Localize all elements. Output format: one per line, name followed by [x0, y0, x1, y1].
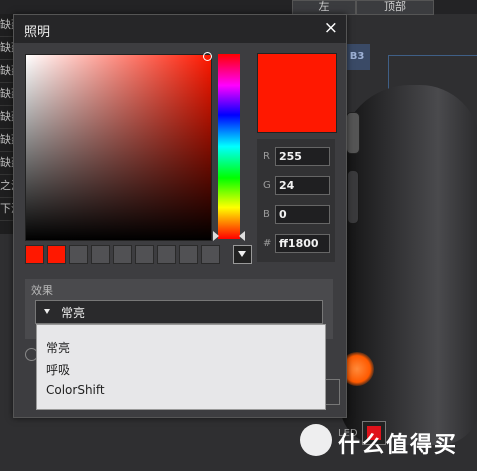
g-label: G	[263, 180, 271, 191]
b-label: B	[263, 209, 270, 220]
side-list-item[interactable]: 下滚	[0, 198, 14, 221]
g-input[interactable]: 24	[275, 176, 330, 195]
side-list-item[interactable]: 缺廷	[0, 152, 14, 175]
hue-slider[interactable]	[218, 54, 240, 239]
hue-slider-handle-left[interactable]	[213, 231, 219, 241]
effect-option-colorshift[interactable]: ColorShift	[46, 383, 105, 397]
side-button[interactable]	[347, 170, 359, 224]
hex-input[interactable]: ff1800	[275, 234, 330, 253]
mouse-image	[340, 85, 477, 445]
effect-dropdown-list: 常亮 呼吸 ColorShift	[36, 324, 326, 410]
r-row: R 255	[257, 147, 335, 167]
tab-left[interactable]: 左	[292, 0, 356, 15]
background-side-list: 缺廷 缺廷 缺廷 缺廷 缺廷 缺廷 缺廷 之滚 下滚	[0, 14, 14, 234]
guide-line	[388, 55, 477, 56]
color-picker-cursor[interactable]	[203, 52, 212, 61]
swatch[interactable]	[179, 245, 198, 264]
swatch[interactable]	[201, 245, 220, 264]
swatch[interactable]	[25, 245, 44, 264]
swatch[interactable]	[135, 245, 154, 264]
effect-label: 效果	[31, 284, 53, 297]
chevron-down-icon	[44, 309, 50, 314]
watermark: 什么值得买	[300, 422, 470, 458]
effect-select[interactable]: 常亮	[35, 300, 323, 324]
side-list-item[interactable]: 缺廷	[0, 60, 14, 83]
tab-top[interactable]: 顶部	[356, 0, 434, 15]
chevron-down-icon	[238, 251, 246, 257]
effect-option-breathe[interactable]: 呼吸	[46, 361, 70, 378]
side-list-item[interactable]: 缺廷	[0, 14, 14, 37]
side-list-item[interactable]: 缺廷	[0, 83, 14, 106]
watermark-logo	[300, 424, 332, 456]
r-input[interactable]: 255	[275, 147, 330, 166]
swatch[interactable]	[113, 245, 132, 264]
side-list-item[interactable]: 缺廷	[0, 106, 14, 129]
effect-option-steady[interactable]: 常亮	[46, 339, 70, 356]
effect-select-value: 常亮	[61, 306, 86, 320]
color-preview	[257, 53, 337, 133]
button-b3[interactable]: B3	[344, 44, 370, 70]
side-list-item[interactable]: 之滚	[0, 175, 14, 198]
dialog-title: 照明	[24, 25, 51, 40]
b-input[interactable]: 0	[275, 205, 330, 224]
close-icon[interactable]: ×	[324, 18, 338, 38]
hue-slider-handle-right[interactable]	[239, 231, 245, 241]
r-label: R	[263, 151, 270, 162]
swatch-dropdown-button[interactable]	[233, 245, 252, 264]
rgb-panel: R 255 G 24 B 0 # ff1800	[257, 139, 335, 262]
saturation-value-picker[interactable]	[25, 54, 212, 241]
swatch[interactable]	[157, 245, 176, 264]
watermark-text: 什么值得买	[338, 433, 459, 458]
b-row: B 0	[257, 205, 335, 225]
side-list-item[interactable]: 缺廷	[0, 129, 14, 152]
swatch[interactable]	[91, 245, 110, 264]
scroll-wheel[interactable]	[346, 112, 360, 154]
swatch[interactable]	[47, 245, 66, 264]
side-list-item[interactable]: 缺廷	[0, 37, 14, 60]
hex-row: # ff1800	[257, 234, 335, 254]
dialog-titlebar[interactable]: 照明 ×	[14, 15, 346, 43]
g-row: G 24	[257, 176, 335, 196]
hex-label: #	[263, 238, 272, 249]
swatch[interactable]	[69, 245, 88, 264]
